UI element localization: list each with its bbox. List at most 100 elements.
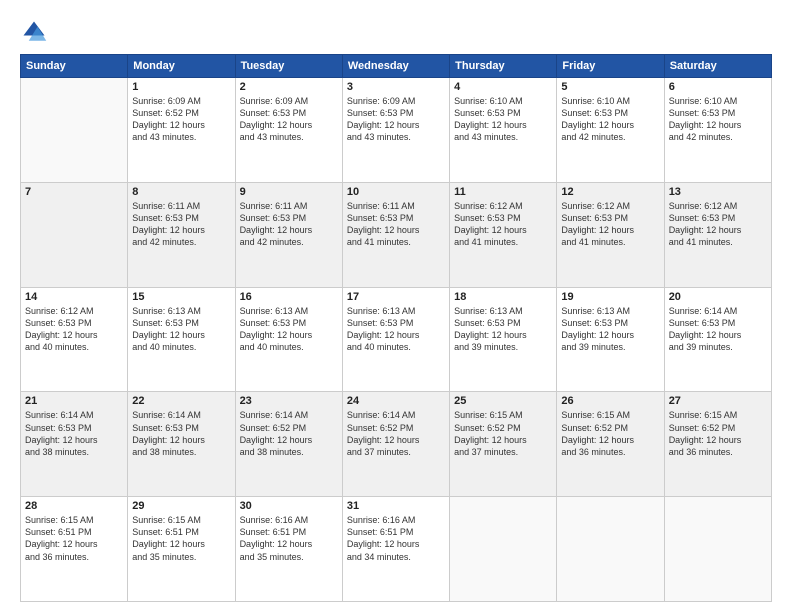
cell-text: Sunrise: 6:13 AMSunset: 6:53 PMDaylight:…: [240, 305, 338, 354]
day-number: 20: [669, 291, 767, 303]
table-row: 29 Sunrise: 6:15 AMSunset: 6:51 PMDayligh…: [128, 497, 235, 602]
day-number: 30: [240, 500, 338, 512]
day-number: 18: [454, 291, 552, 303]
day-number: 21: [25, 395, 123, 407]
table-row: 7: [21, 182, 128, 287]
calendar-week-row: 28 Sunrise: 6:15 AMSunset: 6:51 PMDayligh…: [21, 497, 772, 602]
table-row: 22 Sunrise: 6:14 AMSunset: 6:53 PMDayligh…: [128, 392, 235, 497]
table-row: 25Sunrise: 6:15 AMSunset: 6:52 PMDayligh…: [450, 392, 557, 497]
cell-text: Sunrise: 6:09 AMSunset: 6:53 PMDaylight:…: [347, 95, 445, 144]
table-row: 24 Sunrise: 6:14 AMSunset: 6:52 PMDayligh…: [342, 392, 449, 497]
calendar-header-thursday: Thursday: [450, 55, 557, 78]
table-row: 2 Sunrise: 6:09 AMSunset: 6:53 PMDaylight…: [235, 78, 342, 183]
cell-text: Sunrise: 6:15 AMSunset: 6:52 PMDaylight:…: [561, 409, 659, 458]
cell-text: Sunrise: 6:11 AMSunset: 6:53 PMDaylight:…: [132, 200, 230, 249]
cell-text: Sunrise: 6:13 AMSunset: 6:53 PMDaylight:…: [347, 305, 445, 354]
cell-text: Sunrise: 6:14 AMSunset: 6:53 PMDaylight:…: [132, 409, 230, 458]
calendar-header-monday: Monday: [128, 55, 235, 78]
day-number: 2: [240, 81, 338, 93]
calendar-header-row: SundayMondayTuesdayWednesdayThursdayFrid…: [21, 55, 772, 78]
day-number: 7: [25, 186, 123, 198]
table-row: 4 Sunrise: 6:10 AMSunset: 6:53 PMDaylight…: [450, 78, 557, 183]
table-row: 20 Sunrise: 6:14 AMSunset: 6:53 PMDayligh…: [664, 287, 771, 392]
cell-text: Sunrise: 6:15 AMSunset: 6:51 PMDaylight:…: [132, 514, 230, 563]
day-number: 13: [669, 186, 767, 198]
table-row: 28 Sunrise: 6:15 AMSunset: 6:51 PMDayligh…: [21, 497, 128, 602]
cell-text: Sunrise: 6:13 AMSunset: 6:53 PMDaylight:…: [132, 305, 230, 354]
table-row: 14 Sunrise: 6:12 AMSunset: 6:53 PMDayligh…: [21, 287, 128, 392]
day-number: 14: [25, 291, 123, 303]
cell-text: Sunrise: 6:13 AMSunset: 6:53 PMDaylight:…: [561, 305, 659, 354]
day-number: 10: [347, 186, 445, 198]
table-row: 21 Sunrise: 6:14 AMSunset: 6:53 PMDayligh…: [21, 392, 128, 497]
day-number: 1: [132, 81, 230, 93]
calendar-week-row: 1 Sunrise: 6:09 AMSunset: 6:52 PMDaylight…: [21, 78, 772, 183]
cell-text: Sunrise: 6:10 AMSunset: 6:53 PMDaylight:…: [561, 95, 659, 144]
table-row: 17 Sunrise: 6:13 AMSunset: 6:53 PMDayligh…: [342, 287, 449, 392]
day-number: 15: [132, 291, 230, 303]
cell-text: Sunrise: 6:16 AMSunset: 6:51 PMDaylight:…: [240, 514, 338, 563]
table-row: 30 Sunrise: 6:16 AMSunset: 6:51 PMDayligh…: [235, 497, 342, 602]
table-row: 26 Sunrise: 6:15 AMSunset: 6:52 PMDayligh…: [557, 392, 664, 497]
logo: [20, 18, 52, 46]
day-number: 22: [132, 395, 230, 407]
cell-text: Sunrise: 6:15 AMSunset: 6:52 PMDaylight:…: [454, 409, 552, 458]
table-row: 9Sunrise: 6:11 AMSunset: 6:53 PMDaylight…: [235, 182, 342, 287]
day-number: 4: [454, 81, 552, 93]
cell-text: Sunrise: 6:14 AMSunset: 6:52 PMDaylight:…: [347, 409, 445, 458]
table-row: 23 Sunrise: 6:14 AMSunset: 6:52 PMDayligh…: [235, 392, 342, 497]
cell-text: Sunrise: 6:15 AMSunset: 6:51 PMDaylight:…: [25, 514, 123, 563]
table-row: 31 Sunrise: 6:16 AMSunset: 6:51 PMDayligh…: [342, 497, 449, 602]
day-number: 28: [25, 500, 123, 512]
table-row: [450, 497, 557, 602]
cell-text: Sunrise: 6:10 AMSunset: 6:53 PMDaylight:…: [454, 95, 552, 144]
day-number: 19: [561, 291, 659, 303]
calendar-week-row: 78 Sunrise: 6:11 AMSunset: 6:53 PMDayligh…: [21, 182, 772, 287]
table-row: 13 Sunrise: 6:12 AMSunset: 6:53 PMDayligh…: [664, 182, 771, 287]
cell-text: Sunrise: 6:14 AMSunset: 6:53 PMDaylight:…: [25, 409, 123, 458]
day-number: 16: [240, 291, 338, 303]
day-number: 9: [240, 186, 338, 198]
day-number: 12: [561, 186, 659, 198]
table-row: 11Sunrise: 6:12 AMSunset: 6:53 PMDayligh…: [450, 182, 557, 287]
day-number: 29: [132, 500, 230, 512]
table-row: 15 Sunrise: 6:13 AMSunset: 6:53 PMDayligh…: [128, 287, 235, 392]
day-number: 5: [561, 81, 659, 93]
table-row: 27Sunrise: 6:15 AMSunset: 6:52 PMDayligh…: [664, 392, 771, 497]
day-number: 8: [132, 186, 230, 198]
calendar-table: SundayMondayTuesdayWednesdayThursdayFrid…: [20, 54, 772, 602]
calendar-header-wednesday: Wednesday: [342, 55, 449, 78]
cell-text: Sunrise: 6:14 AMSunset: 6:53 PMDaylight:…: [669, 305, 767, 354]
cell-text: Sunrise: 6:12 AMSunset: 6:53 PMDaylight:…: [25, 305, 123, 354]
header: [20, 18, 772, 46]
calendar-header-saturday: Saturday: [664, 55, 771, 78]
calendar-header-sunday: Sunday: [21, 55, 128, 78]
table-row: 6 Sunrise: 6:10 AMSunset: 6:53 PMDaylight…: [664, 78, 771, 183]
day-number: 26: [561, 395, 659, 407]
cell-text: Sunrise: 6:09 AMSunset: 6:53 PMDaylight:…: [240, 95, 338, 144]
table-row: 8 Sunrise: 6:11 AMSunset: 6:53 PMDaylight…: [128, 182, 235, 287]
table-row: 1 Sunrise: 6:09 AMSunset: 6:52 PMDaylight…: [128, 78, 235, 183]
calendar-header-tuesday: Tuesday: [235, 55, 342, 78]
calendar-week-row: 14 Sunrise: 6:12 AMSunset: 6:53 PMDayligh…: [21, 287, 772, 392]
cell-text: Sunrise: 6:12 AMSunset: 6:53 PMDaylight:…: [454, 200, 552, 249]
table-row: 5 Sunrise: 6:10 AMSunset: 6:53 PMDaylight…: [557, 78, 664, 183]
cell-text: Sunrise: 6:11 AMSunset: 6:53 PMDaylight:…: [347, 200, 445, 249]
table-row: [664, 497, 771, 602]
cell-text: Sunrise: 6:10 AMSunset: 6:53 PMDaylight:…: [669, 95, 767, 144]
day-number: 6: [669, 81, 767, 93]
table-row: 16 Sunrise: 6:13 AMSunset: 6:53 PMDayligh…: [235, 287, 342, 392]
day-number: 31: [347, 500, 445, 512]
day-number: 24: [347, 395, 445, 407]
day-number: 23: [240, 395, 338, 407]
cell-text: Sunrise: 6:13 AMSunset: 6:53 PMDaylight:…: [454, 305, 552, 354]
page: SundayMondayTuesdayWednesdayThursdayFrid…: [0, 0, 792, 612]
cell-text: Sunrise: 6:16 AMSunset: 6:51 PMDaylight:…: [347, 514, 445, 563]
table-row: 3 Sunrise: 6:09 AMSunset: 6:53 PMDaylight…: [342, 78, 449, 183]
day-number: 3: [347, 81, 445, 93]
cell-text: Sunrise: 6:12 AMSunset: 6:53 PMDaylight:…: [669, 200, 767, 249]
day-number: 27: [669, 395, 767, 407]
day-number: 17: [347, 291, 445, 303]
cell-text: Sunrise: 6:09 AMSunset: 6:52 PMDaylight:…: [132, 95, 230, 144]
cell-text: Sunrise: 6:14 AMSunset: 6:52 PMDaylight:…: [240, 409, 338, 458]
